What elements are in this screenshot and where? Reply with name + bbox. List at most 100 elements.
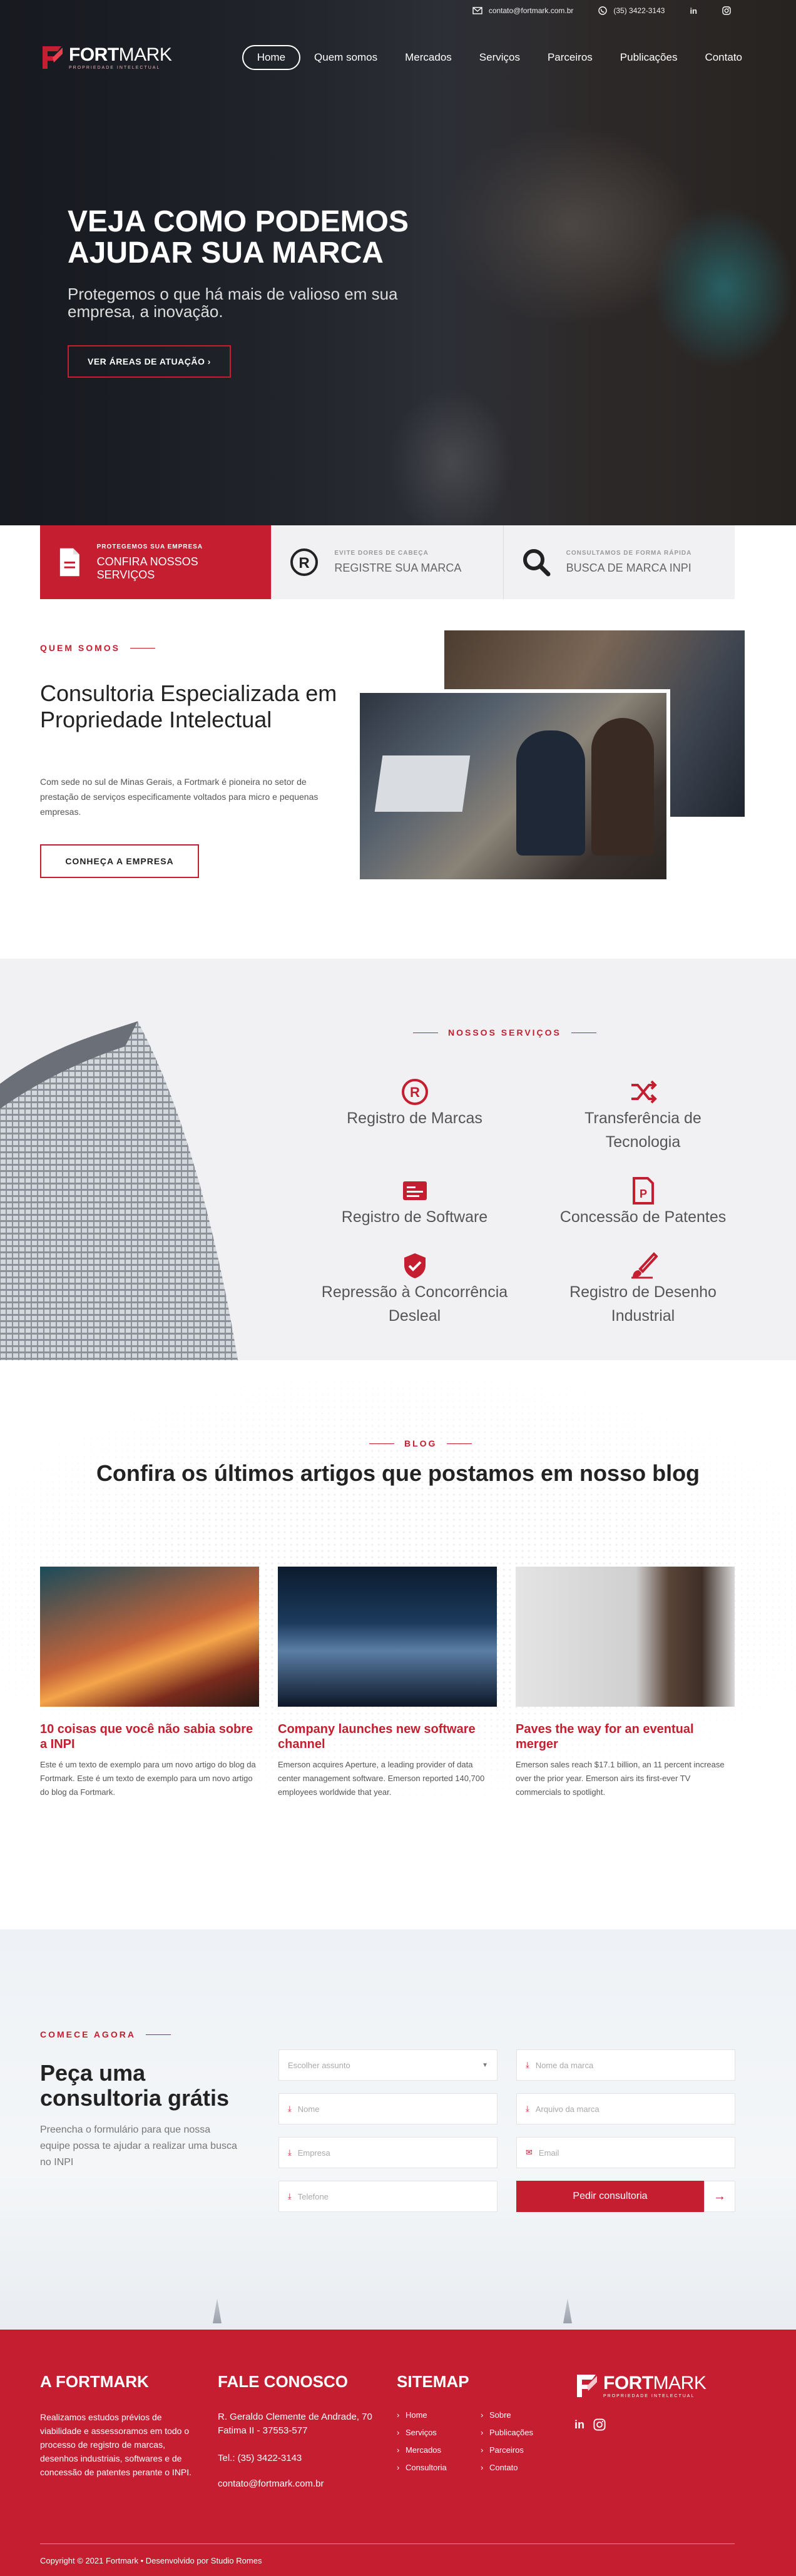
building-tip: [563, 2298, 572, 2323]
sitemap-link-contato[interactable]: Contato: [481, 2463, 556, 2472]
footer-phone[interactable]: Tel.: (35) 3422-3143: [218, 2453, 380, 2463]
service-transferencia[interactable]: Transferência de Tecnologia: [529, 1078, 757, 1154]
contact-kicker: COMECE AGORA: [40, 2029, 171, 2039]
footer-about-title: A FORTMARK: [40, 2372, 149, 2391]
sitemap-link-sobre[interactable]: Sobre: [481, 2410, 556, 2420]
svg-text:R: R: [299, 555, 310, 572]
nav-home[interactable]: Home: [242, 45, 301, 70]
sitemap-link-servicos[interactable]: Serviços: [397, 2428, 481, 2437]
linkedin-icon[interactable]: in: [690, 6, 697, 16]
blog-post-excerpt: Emerson sales reach $17.1 billion, an 11…: [516, 1760, 725, 1797]
about-title: Consultoria Especializada em Propriedade…: [40, 680, 337, 732]
service-registro-marcas[interactable]: R Registro de Marcas: [300, 1078, 529, 1154]
topbar-email-text: contato@fortmark.com.br: [488, 6, 574, 15]
linkedin-icon[interactable]: in: [574, 2418, 584, 2432]
contact-title: Peça uma consultoria grátis: [40, 2060, 230, 2111]
card-servicos-label: CONFIRA NOSSOS SERVIÇOS: [96, 555, 198, 581]
card-busca[interactable]: CONSULTAMOS DE FORMA RÁPIDA BUSCA DE MARC…: [504, 525, 735, 599]
blog-post[interactable]: Company launches new software channel Em…: [278, 1567, 497, 1799]
services-section: NOSSOS SERVIÇOS R Registro de Marcas Tra…: [0, 959, 796, 1360]
nav-quem-somos[interactable]: Quem somos: [300, 45, 391, 70]
building-image: [0, 1021, 238, 1360]
nav-publicacoes[interactable]: Publicações: [606, 45, 691, 70]
top-bar: contato@fortmark.com.br (35) 3422-3143 i…: [0, 0, 796, 21]
arrow-right-icon[interactable]: →: [704, 2181, 735, 2212]
footer-contact: FALE CONOSCO R. Geraldo Clemente de Andr…: [218, 2372, 380, 2489]
sitemap-link-mercados[interactable]: Mercados: [397, 2445, 481, 2455]
blog-post-excerpt: Este é um texto de exemplo para um novo …: [40, 1760, 256, 1797]
card-busca-label: BUSCA DE MARCA INPI: [566, 562, 691, 574]
contact-text: Preencha o formulário para que nossa equ…: [40, 2124, 237, 2168]
topbar-email[interactable]: contato@fortmark.com.br: [472, 6, 574, 15]
hero-cta-button[interactable]: VER ÁREAS DE ATUAÇÃO ›: [68, 345, 231, 378]
brand-logo[interactable]: FORTMARK PROPRIEDADE INTELECTUAL: [40, 44, 172, 71]
download-icon: ⤓: [526, 2060, 529, 2069]
sitemap-link-publicacoes[interactable]: Publicações: [481, 2428, 556, 2437]
card-registre-label: REGISTRE SUA MARCA: [334, 562, 462, 574]
search-icon: [523, 549, 551, 577]
footer-brand-name: FORTMARK: [603, 2372, 707, 2393]
nav-parceiros[interactable]: Parceiros: [534, 45, 606, 70]
footer-divider: [40, 2543, 735, 2544]
nav-contato[interactable]: Contato: [691, 45, 756, 70]
submit-button[interactable]: Pedir consultoria: [516, 2181, 704, 2212]
service-patentes[interactable]: P Concessão de Patentes: [529, 1176, 757, 1229]
main-nav: FORTMARK PROPRIEDADE INTELECTUAL Home Qu…: [40, 39, 756, 76]
email-input[interactable]: ✉ Email: [516, 2137, 735, 2168]
blog-post-title[interactable]: 10 coisas que você não sabia sobre a INP…: [40, 1722, 259, 1752]
service-label: Registro de Software: [341, 1208, 488, 1226]
footer-sitemap: SITEMAP Home Sobre Serviços Publicações …: [397, 2372, 556, 2472]
blog-post[interactable]: Paves the way for an eventual merger Eme…: [516, 1567, 735, 1799]
software-icon: [402, 1181, 427, 1200]
card-busca-kicker: CONSULTAMOS DE FORMA RÁPIDA: [566, 550, 692, 557]
blog-post-image-city[interactable]: [278, 1567, 497, 1707]
brush-icon: [631, 1252, 658, 1279]
hero-title: VEJA COMO PODEMOS AJUDAR SUA MARCA: [68, 205, 409, 270]
subject-select[interactable]: Escolher assunto ▼: [278, 2049, 498, 2081]
footer-logo[interactable]: FORTMARK PROPRIEDADE INTELECTUAL: [574, 2372, 707, 2400]
card-servicos[interactable]: PROTEGEMOS SUA EMPRESA CONFIRA NOSSOS SER…: [40, 525, 272, 599]
footer-email[interactable]: contato@fortmark.com.br: [218, 2478, 380, 2489]
svg-text:R: R: [410, 1084, 420, 1100]
building-tip: [213, 2298, 222, 2323]
brand-file-input[interactable]: ⤓ Arquivo da marca: [516, 2093, 735, 2124]
fortmark-logo-mark: [43, 46, 63, 69]
download-icon: ⤓: [288, 2148, 292, 2157]
company-input[interactable]: ⤓ Empresa: [278, 2137, 498, 2168]
blog-post-title[interactable]: Company launches new software channel: [278, 1722, 497, 1752]
document-icon: [59, 548, 79, 577]
sitemap-link-parceiros[interactable]: Parceiros: [481, 2445, 556, 2455]
brand-name-input[interactable]: ⤓ Nome da marca: [516, 2049, 735, 2081]
topbar-phone[interactable]: (35) 3422-3143: [598, 6, 665, 15]
phone-input[interactable]: ⤓ Telefone: [278, 2181, 498, 2212]
instagram-icon[interactable]: [593, 2418, 606, 2431]
blog-post[interactable]: 10 coisas que você não sabia sobre a INP…: [40, 1567, 259, 1799]
brand-name: FORTMARK: [69, 44, 172, 65]
shuffle-icon: [631, 1080, 657, 1104]
footer-brand-tagline: PROPRIEDADE INTELECTUAL: [603, 2393, 695, 2398]
blog-post-image-containers[interactable]: [40, 1567, 259, 1707]
blog-post-excerpt: Emerson acquires Aperture, a leading pro…: [278, 1760, 485, 1797]
service-desenho-industrial[interactable]: Registro de Desenho Industrial: [529, 1251, 757, 1328]
hero-content: VEJA COMO PODEMOS AJUDAR SUA MARCA Prote…: [68, 206, 456, 378]
instagram-icon[interactable]: [722, 6, 731, 15]
footer: A FORTMARK Realizamos estudos prévios de…: [0, 2330, 796, 2576]
nav-servicos[interactable]: Serviços: [466, 45, 534, 70]
quick-cards: PROTEGEMOS SUA EMPRESA CONFIRA NOSSOS SER…: [40, 525, 735, 599]
about-kicker: QUEM SOMOS: [40, 643, 156, 653]
footer-contact-title: FALE CONOSCO: [218, 2372, 349, 2391]
sitemap-link-home[interactable]: Home: [397, 2410, 481, 2420]
service-label: Repressão à Concorrência Desleal: [321, 1283, 508, 1325]
blog-kicker: BLOG: [369, 1438, 472, 1448]
service-registro-software[interactable]: Registro de Software: [300, 1176, 529, 1229]
nav-mercados[interactable]: Mercados: [391, 45, 466, 70]
about-button[interactable]: CONHEÇA A EMPRESA: [40, 844, 199, 878]
blog-post-image-man[interactable]: [516, 1567, 735, 1707]
sitemap-link-consultoria[interactable]: Consultoria: [397, 2463, 481, 2472]
blog-section: BLOG Confira os últimos artigos que post…: [0, 1360, 796, 1929]
service-concorrencia[interactable]: Repressão à Concorrência Desleal: [300, 1251, 529, 1328]
card-registre[interactable]: R EVITE DORES DE CABEÇA REGISTRE SUA MARC…: [272, 525, 504, 599]
hero-subtitle: Protegemos o que há mais de valioso em s…: [68, 285, 398, 321]
blog-post-title[interactable]: Paves the way for an eventual merger: [516, 1722, 735, 1752]
name-input[interactable]: ⤓ Nome: [278, 2093, 498, 2124]
